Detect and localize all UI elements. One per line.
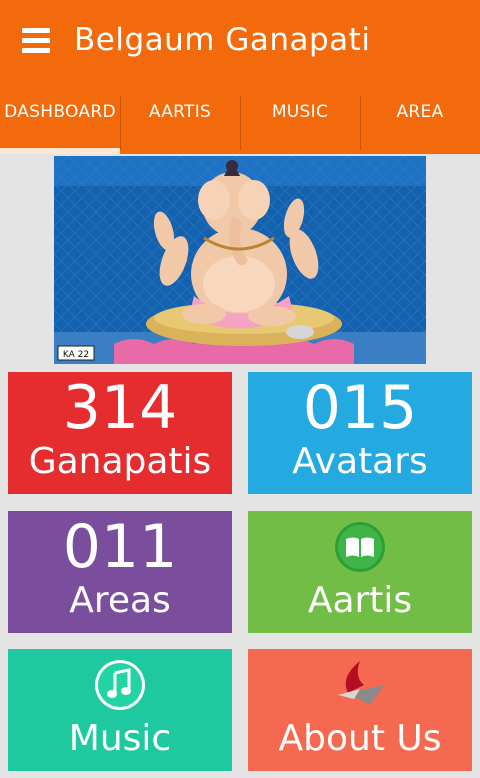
tab-music[interactable]: MUSIC [240,96,360,154]
ganapatis-label: Ganapatis [28,441,212,482]
music-label: Music [68,718,172,759]
areas-count: 011 [62,512,178,582]
about-us-tile[interactable]: About Us [248,649,472,771]
menu-icon[interactable] [22,26,52,56]
app-logo-icon [330,655,390,711]
avatars-label: Avatars [292,441,428,482]
app-title: Belgaum Ganapati [74,22,371,58]
avatars-tile[interactable]: 015 Avatars [248,372,472,494]
ganapati-idol-illustration: KA 22 [54,156,426,364]
areas-label: Areas [69,580,171,621]
avatars-count: 015 [302,373,418,443]
tab-dashboard[interactable]: DASHBOARD [0,96,120,154]
book-icon [335,522,385,572]
ganapatis-tile[interactable]: 314 Ganapatis [8,372,232,494]
music-tile[interactable]: Music [8,649,232,771]
tab-bar: DASHBOARD AARTIS MUSIC AREA [0,96,480,154]
about-us-label: About Us [278,718,442,759]
tab-area[interactable]: AREA [360,96,480,154]
ganapati-banner-image[interactable]: KA 22 [54,156,426,364]
app-bar: Belgaum Ganapati [0,0,480,96]
tab-aartis[interactable]: AARTIS [120,96,240,154]
plate-text: KA 22 [63,350,89,360]
aartis-label: Aartis [307,580,413,621]
aartis-tile[interactable]: Aartis [248,511,472,633]
music-note-icon [95,660,145,710]
areas-tile[interactable]: 011 Areas [8,511,232,633]
ganapatis-count: 314 [62,373,178,443]
